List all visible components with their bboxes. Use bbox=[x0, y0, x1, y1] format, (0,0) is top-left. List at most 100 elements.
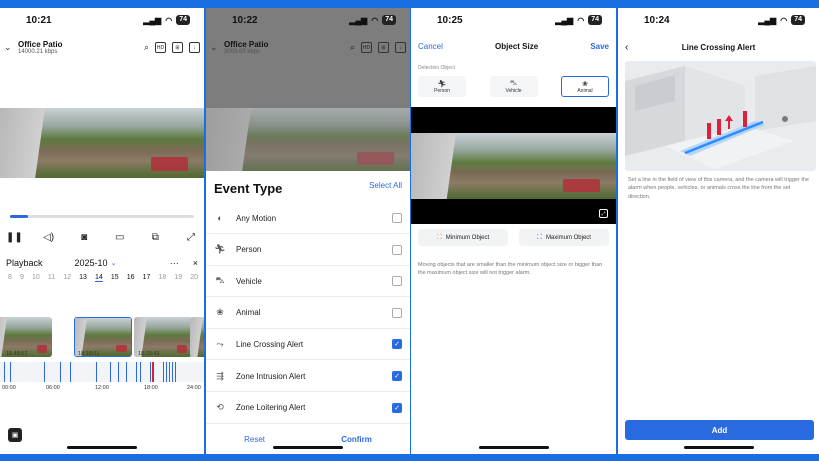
event-marker[interactable] bbox=[169, 362, 170, 382]
event-marker[interactable] bbox=[110, 362, 111, 382]
pause-icon[interactable]: ❚❚ bbox=[6, 232, 23, 243]
event-checkbox[interactable] bbox=[392, 276, 402, 287]
volume-icon[interactable]: ◁) bbox=[42, 232, 56, 243]
chevron-down-icon[interactable]: ⌄ bbox=[4, 42, 18, 53]
event-checkbox[interactable] bbox=[392, 213, 402, 223]
event-row[interactable]: ⟲ Zone Loitering Alert ✓ bbox=[206, 393, 410, 424]
battery-icon: 74 bbox=[382, 15, 396, 25]
signal-icon: ▂▄▆ bbox=[555, 15, 574, 25]
event-marker[interactable] bbox=[4, 362, 5, 382]
event-marker[interactable] bbox=[118, 362, 119, 382]
event-marker[interactable] bbox=[60, 362, 61, 382]
wifi-icon: ◠ bbox=[165, 15, 173, 25]
fullscreen-icon[interactable]: ⤢ bbox=[184, 232, 198, 243]
search-icon[interactable]: ⌕ bbox=[144, 42, 149, 53]
day-20[interactable]: 20 bbox=[190, 274, 198, 282]
month-selector[interactable]: 2025-10 bbox=[75, 258, 108, 268]
event-marker[interactable] bbox=[70, 362, 71, 382]
playback-progress[interactable] bbox=[10, 215, 194, 218]
multiview-icon[interactable]: ⊞ bbox=[172, 42, 183, 53]
object-option-animal[interactable]: ❀ Animal bbox=[561, 76, 609, 97]
sheet-title: Event Type bbox=[214, 181, 283, 196]
download-icon[interactable]: ↓ bbox=[189, 42, 200, 53]
day-15[interactable]: 15 bbox=[111, 274, 119, 282]
day-14[interactable]: 14 bbox=[94, 274, 103, 282]
add-button[interactable]: Add bbox=[625, 420, 814, 440]
back-icon[interactable]: ‹ bbox=[625, 42, 637, 53]
snapshot-icon[interactable]: ◙ bbox=[77, 232, 91, 243]
day-16[interactable]: 16 bbox=[127, 274, 135, 282]
event-marker[interactable] bbox=[140, 362, 141, 382]
event-marker[interactable] bbox=[136, 362, 137, 382]
day-13[interactable]: 13 bbox=[79, 274, 87, 282]
event-checkbox[interactable]: ✓ bbox=[392, 339, 402, 350]
preview-video[interactable]: ⤢ bbox=[411, 107, 616, 224]
event-marker[interactable] bbox=[126, 362, 127, 382]
detection-object-label: Detection Object bbox=[418, 65, 455, 71]
event-timeline[interactable] bbox=[0, 362, 204, 382]
day-10[interactable]: 10 bbox=[32, 274, 40, 282]
search-icon: ⌕ bbox=[349, 42, 355, 52]
event-row[interactable]: ❀ Animal bbox=[206, 298, 410, 329]
playhead[interactable] bbox=[152, 362, 154, 382]
cancel-button[interactable]: Cancel bbox=[418, 42, 443, 51]
event-marker[interactable] bbox=[175, 362, 176, 382]
day-12[interactable]: 12 bbox=[63, 274, 71, 282]
close-button[interactable]: × bbox=[193, 258, 198, 268]
line-crossing-description: Set a line in the field of view of this … bbox=[628, 177, 809, 200]
event-marker[interactable] bbox=[44, 362, 45, 382]
event-row[interactable]: ⛍ Vehicle bbox=[206, 266, 410, 298]
minimum-object-button[interactable]: ⛶ Minimum Object bbox=[418, 229, 508, 246]
battery-icon: 74 bbox=[588, 15, 602, 25]
object-size-screen: 10:25 ▂▄▆ ◠ 74 Cancel Object Size Save Det… bbox=[411, 8, 616, 454]
event-checkbox[interactable]: ✓ bbox=[392, 402, 402, 413]
event-row[interactable]: ⤳ Line Crossing Alert ✓ bbox=[206, 329, 410, 361]
event-row[interactable]: 🏃︎ Person bbox=[206, 235, 410, 266]
maximum-object-button[interactable]: ⛶ Maximum Object bbox=[519, 229, 609, 246]
day-19[interactable]: 19 bbox=[174, 274, 182, 282]
select-all-button[interactable]: Select All bbox=[369, 181, 402, 190]
event-row[interactable]: ⇶ Zone Intrusion Alert ✓ bbox=[206, 361, 410, 392]
reset-button[interactable]: Reset bbox=[244, 435, 265, 444]
motion-icon: ◐ bbox=[217, 213, 223, 223]
event-marker[interactable] bbox=[166, 362, 167, 382]
clip-thumbnail[interactable] bbox=[190, 317, 204, 357]
wifi-icon: ◠ bbox=[371, 15, 379, 25]
quality-icon[interactable]: HD bbox=[155, 42, 166, 53]
chevron-down-icon: ⌄ bbox=[210, 42, 218, 52]
playback-label: Playback bbox=[6, 258, 43, 268]
paw-icon: ❀ bbox=[216, 307, 224, 318]
confirm-button[interactable]: Confirm bbox=[341, 435, 372, 444]
event-marker[interactable] bbox=[172, 362, 173, 382]
camera-title-block[interactable]: Office Patio 14000.21 kbps bbox=[18, 40, 62, 55]
live-video[interactable] bbox=[0, 108, 204, 178]
object-option-vehicle[interactable]: ⛍ Vehicle bbox=[489, 76, 538, 97]
day-9[interactable]: 9 bbox=[20, 274, 24, 282]
calendar-icon[interactable]: ▣ bbox=[8, 428, 22, 442]
day-18[interactable]: 18 bbox=[158, 274, 166, 282]
save-button[interactable]: Save bbox=[590, 42, 609, 51]
event-row[interactable]: ◐ Any Motion bbox=[206, 203, 410, 234]
day-11[interactable]: 11 bbox=[48, 274, 55, 282]
event-label: Animal bbox=[236, 308, 261, 318]
event-checkbox[interactable]: ✓ bbox=[392, 371, 402, 381]
day-8[interactable]: 8 bbox=[8, 274, 12, 282]
more-button[interactable]: ··· bbox=[170, 258, 179, 268]
wifi-icon: ◠ bbox=[780, 15, 788, 25]
event-marker[interactable] bbox=[10, 362, 11, 382]
expand-icon[interactable]: ⤢ bbox=[599, 209, 608, 218]
home-indicator bbox=[683, 446, 754, 449]
chevron-down-icon[interactable]: ⌄ bbox=[111, 259, 117, 267]
event-marker[interactable] bbox=[150, 362, 151, 382]
camera-preview bbox=[411, 133, 616, 199]
event-label: Vehicle bbox=[236, 276, 262, 286]
day-17[interactable]: 17 bbox=[143, 274, 151, 282]
record-icon[interactable]: ▭ bbox=[113, 232, 127, 243]
speed-icon[interactable]: ⧉ bbox=[148, 232, 162, 243]
event-marker[interactable] bbox=[163, 362, 164, 382]
event-checkbox[interactable] bbox=[392, 244, 402, 255]
event-checkbox[interactable] bbox=[392, 307, 402, 318]
event-marker[interactable] bbox=[96, 362, 97, 382]
object-option-person[interactable]: 🏃︎ Person bbox=[418, 76, 466, 97]
status-bar: 10:25 ▂▄▆ ◠ 74 bbox=[411, 8, 616, 32]
